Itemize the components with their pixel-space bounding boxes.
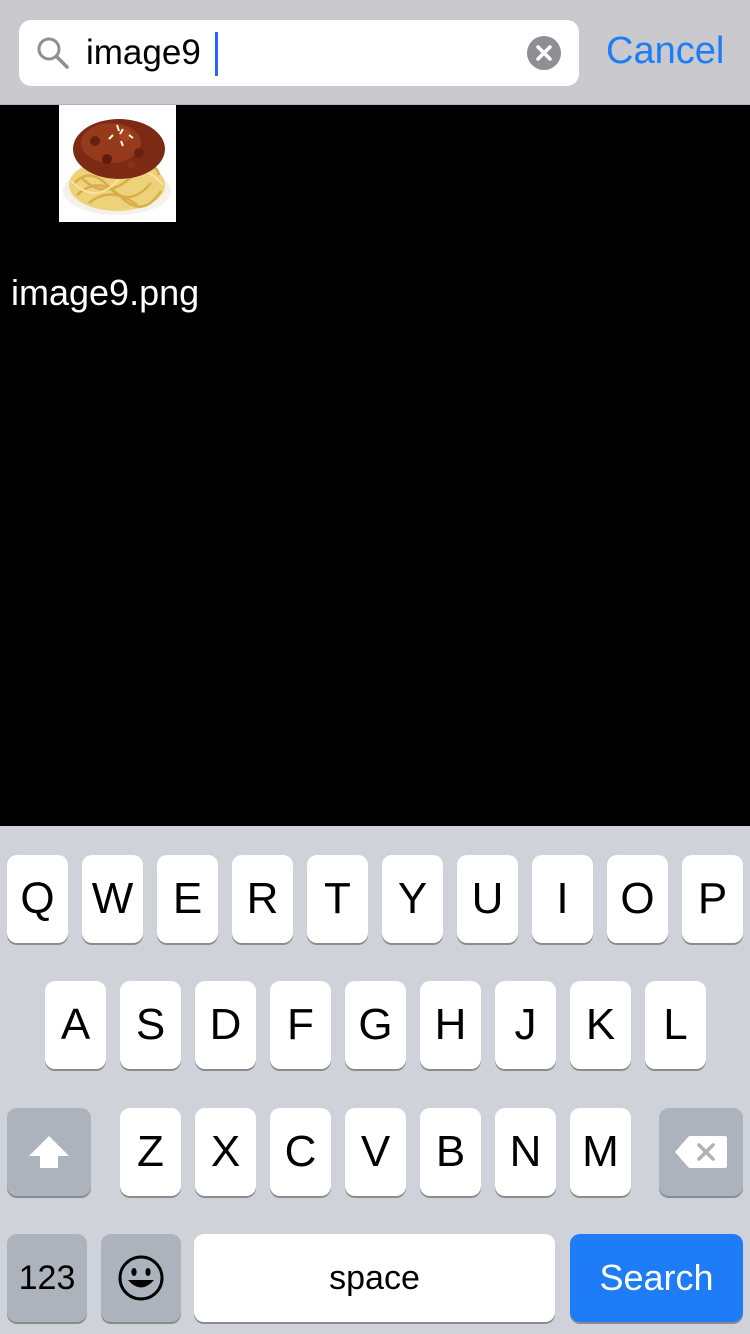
key-x[interactable]: X [195,1108,256,1196]
key-o[interactable]: O [607,855,668,943]
spaghetti-thumbnail-image [59,105,176,222]
key-z[interactable]: Z [120,1108,181,1196]
key-d[interactable]: D [195,981,256,1069]
key-l[interactable]: L [645,981,706,1069]
shift-key[interactable] [7,1108,91,1196]
text-caret [215,32,218,76]
key-f[interactable]: F [270,981,331,1069]
key-g[interactable]: G [345,981,406,1069]
search-result-item[interactable]: image9.png [0,105,750,325]
key-u[interactable]: U [457,855,518,943]
key-q[interactable]: Q [7,855,68,943]
numbers-key[interactable]: 123 [7,1234,87,1322]
search-query-text: image9 [86,33,201,72]
key-n[interactable]: N [495,1108,556,1196]
keyboard: Q W E R T Y U I O P A S D F G H J K L Z … [0,826,750,1334]
key-c[interactable]: C [270,1108,331,1196]
key-b[interactable]: B [420,1108,481,1196]
backspace-icon [675,1136,727,1168]
key-k[interactable]: K [570,981,631,1069]
cancel-button[interactable]: Cancel [606,28,724,74]
search-icon [37,37,69,69]
key-y[interactable]: Y [382,855,443,943]
clear-icon[interactable] [527,36,561,70]
key-t[interactable]: T [307,855,368,943]
key-m[interactable]: M [570,1108,631,1196]
shift-arrow-icon [29,1136,69,1168]
key-r[interactable]: R [232,855,293,943]
key-p[interactable]: P [682,855,743,943]
search-bar: image9 Cancel [0,0,750,105]
emoji-key[interactable] [101,1234,181,1322]
key-i[interactable]: I [532,855,593,943]
key-j[interactable]: J [495,981,556,1069]
result-filename: image9.png [11,272,200,313]
delete-key[interactable] [659,1108,743,1196]
key-s[interactable]: S [120,981,181,1069]
key-w[interactable]: W [82,855,143,943]
key-v[interactable]: V [345,1108,406,1196]
search-input[interactable]: image9 [19,20,579,86]
key-a[interactable]: A [45,981,106,1069]
emoji-face-icon [118,1255,164,1301]
key-h[interactable]: H [420,981,481,1069]
space-key[interactable]: space [194,1234,555,1322]
search-key[interactable]: Search [570,1234,743,1322]
key-e[interactable]: E [157,855,218,943]
